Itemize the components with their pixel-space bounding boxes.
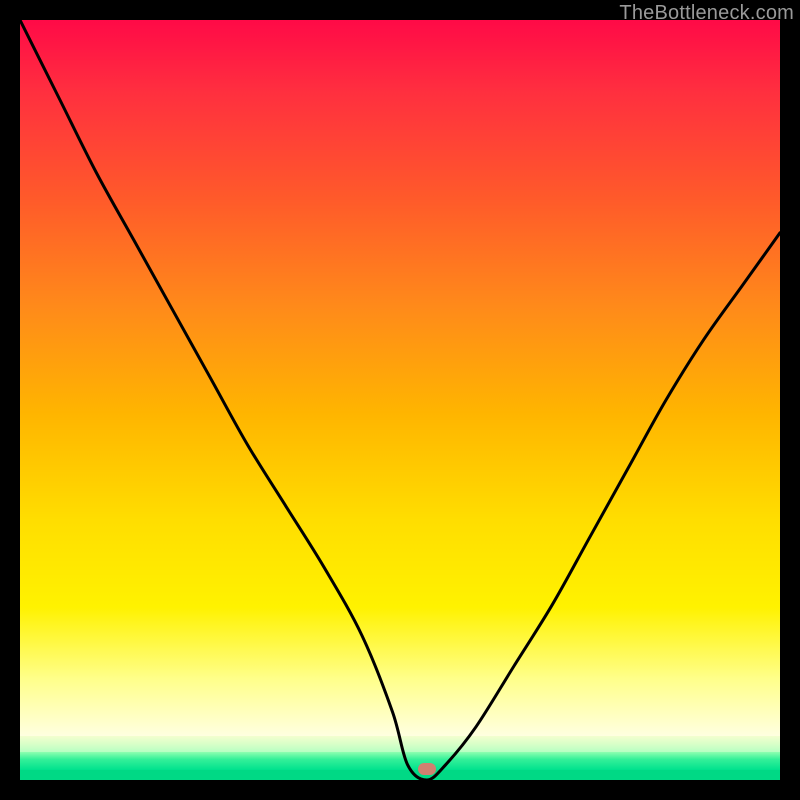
bottleneck-curve [20,20,780,780]
chart-frame: TheBottleneck.com [0,0,800,800]
curve-svg [20,20,780,780]
plot-area [20,20,780,780]
optimal-marker [418,763,436,775]
